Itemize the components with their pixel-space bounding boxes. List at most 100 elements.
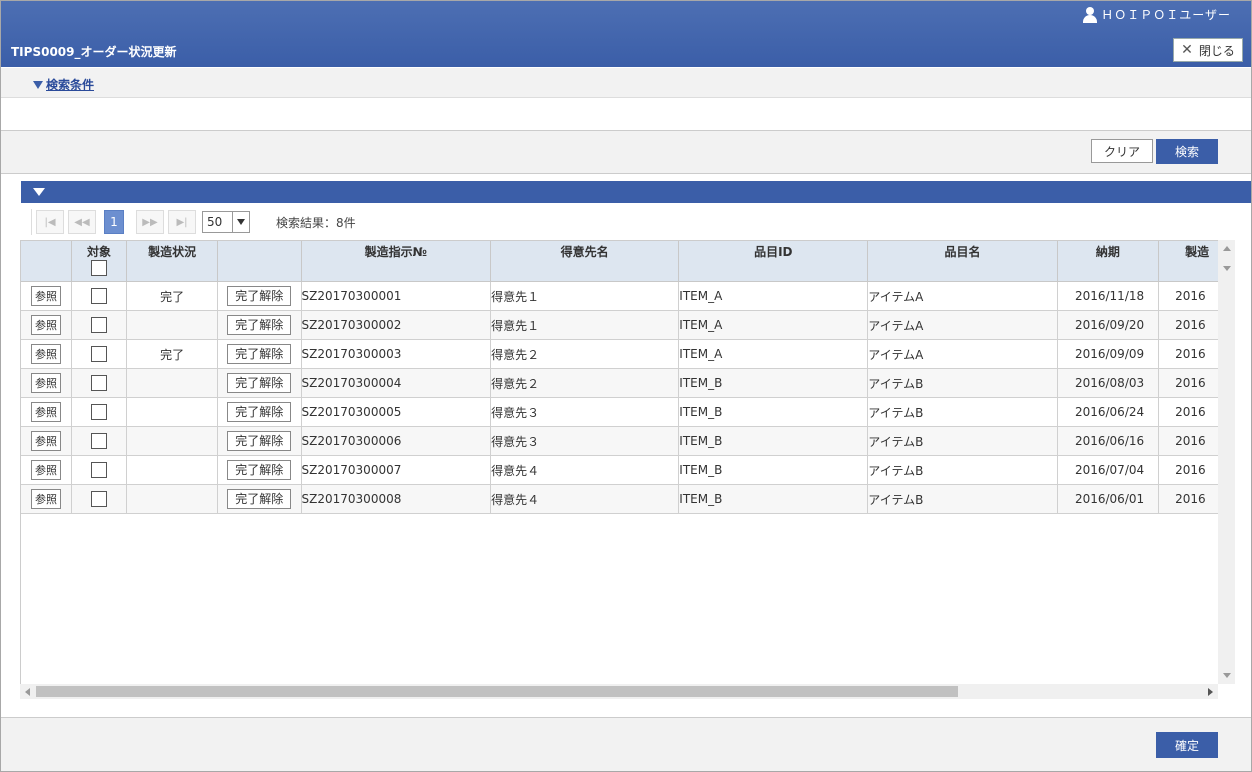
col-header-ref	[21, 241, 72, 282]
first-page-button[interactable]: |◀	[36, 210, 64, 234]
manufacture-cell: 2016	[1158, 397, 1219, 427]
prev-page-button[interactable]: ◀◀	[68, 210, 96, 234]
status-cell	[126, 310, 219, 340]
table-header-row: 対象 製造状況 製造指示№ 得意先名 品目ID 品目名 納期 製造	[21, 241, 1219, 282]
ref-button[interactable]: 参照	[30, 286, 61, 306]
customer-cell: 得意先２	[490, 368, 680, 398]
user-menu[interactable]: ＨＯＩＰＯＩユーザー	[1083, 6, 1231, 23]
horizontal-scrollbar[interactable]	[20, 684, 1218, 699]
row-checkbox[interactable]	[91, 375, 108, 391]
order-no-cell: SZ20170300008	[301, 484, 492, 514]
next-page-button[interactable]: ▶▶	[136, 210, 164, 234]
release-button[interactable]: 完了解除	[227, 286, 292, 306]
search-button-bar: クリア 検索	[1, 131, 1251, 174]
ref-cell: 参照	[21, 397, 72, 427]
last-page-button[interactable]: ▶|	[168, 210, 196, 234]
customer-cell: 得意先３	[490, 426, 680, 456]
release-button[interactable]: 完了解除	[227, 460, 292, 480]
table-row[interactable]: 参照 完了 完了解除 SZ20170300003 得意先２ ITEM_A アイテムA 2016…	[21, 339, 1219, 369]
release-button[interactable]: 完了解除	[227, 344, 292, 364]
release-cell: 完了解除	[217, 310, 302, 340]
scroll-down-icon[interactable]	[1223, 266, 1231, 271]
search-condition-body	[1, 98, 1251, 131]
order-no-cell: SZ20170300001	[301, 281, 492, 311]
scroll-right-icon[interactable]	[1208, 688, 1213, 696]
select-all-checkbox[interactable]	[91, 260, 108, 276]
release-button[interactable]: 完了解除	[227, 431, 292, 451]
table-row[interactable]: 参照 完了解除 SZ20170300008 得意先４ ITEM_B アイテムB 2016/0…	[21, 484, 1219, 514]
ref-button[interactable]: 参照	[30, 402, 61, 422]
row-checkbox[interactable]	[91, 462, 108, 478]
table-row[interactable]: 参照 完了解除 SZ20170300005 得意先３ ITEM_B アイテムB 2016/0…	[21, 397, 1219, 427]
item-name-cell: アイテムA	[867, 281, 1058, 311]
pager-divider	[31, 209, 32, 235]
table-row[interactable]: 参照 完了解除 SZ20170300002 得意先１ ITEM_A アイテムA 2016/0…	[21, 310, 1219, 340]
customer-cell: 得意先１	[490, 310, 680, 340]
row-checkbox[interactable]	[91, 404, 108, 420]
target-cell	[71, 426, 128, 456]
ref-button[interactable]: 参照	[30, 489, 61, 509]
col-header-target: 対象	[71, 241, 128, 282]
target-cell	[71, 484, 128, 514]
row-checkbox[interactable]	[91, 346, 108, 362]
order-no-cell: SZ20170300003	[301, 339, 492, 369]
due-cell: 2016/08/03	[1057, 368, 1160, 398]
pager: |◀ ◀◀ 1 ▶▶ ▶| 50 検索結果：8件	[31, 208, 356, 236]
search-condition-toggle[interactable]: 検索条件	[33, 76, 94, 93]
horizontal-scroll-thumb[interactable]	[36, 686, 958, 697]
vertical-scrollbar[interactable]	[1218, 240, 1235, 684]
status-cell	[126, 455, 219, 485]
results-panel-header[interactable]	[21, 181, 1251, 203]
chevron-down-icon	[232, 212, 249, 232]
ref-cell: 参照	[21, 310, 72, 340]
ref-button[interactable]: 参照	[30, 315, 61, 335]
row-checkbox[interactable]	[91, 433, 108, 449]
search-condition-link[interactable]: 検索条件	[46, 76, 94, 93]
manufacture-cell: 2016	[1158, 310, 1219, 340]
scroll-left-icon[interactable]	[25, 688, 30, 696]
col-header-item-id: 品目ID	[678, 241, 869, 282]
ref-button[interactable]: 参照	[30, 373, 61, 393]
release-button[interactable]: 完了解除	[227, 489, 292, 509]
col-header-order-no: 製造指示№	[301, 241, 492, 282]
ref-cell: 参照	[21, 426, 72, 456]
ref-cell: 参照	[21, 281, 72, 311]
release-button[interactable]: 完了解除	[227, 315, 292, 335]
scroll-down-bottom-icon[interactable]	[1223, 673, 1231, 678]
row-checkbox[interactable]	[91, 288, 108, 304]
ref-button[interactable]: 参照	[30, 431, 61, 451]
table-row[interactable]: 参照 完了解除 SZ20170300006 得意先３ ITEM_B アイテムB 2016/0…	[21, 426, 1219, 456]
close-button[interactable]: ✕ 閉じる	[1173, 38, 1243, 62]
results-table: 対象 製造状況 製造指示№ 得意先名 品目ID 品目名 納期 製造 参照 完了 完了…	[21, 241, 1219, 514]
search-button[interactable]: 検索	[1156, 139, 1218, 164]
manufacture-cell: 2016	[1158, 368, 1219, 398]
release-button[interactable]: 完了解除	[227, 373, 292, 393]
confirm-button[interactable]: 確定	[1156, 732, 1218, 758]
scroll-up-icon[interactable]	[1223, 246, 1231, 251]
ref-button[interactable]: 参照	[30, 344, 61, 364]
page-title: TIPS0009_オーダー状況更新	[11, 45, 177, 59]
item-name-cell: アイテムB	[867, 368, 1058, 398]
order-no-cell: SZ20170300002	[301, 310, 492, 340]
manufacture-cell: 2016	[1158, 339, 1219, 369]
status-cell: 完了	[126, 281, 219, 311]
manufacture-cell: 2016	[1158, 281, 1219, 311]
row-checkbox[interactable]	[91, 491, 108, 507]
release-button[interactable]: 完了解除	[227, 402, 292, 422]
page-number-button[interactable]: 1	[104, 210, 124, 234]
ref-button[interactable]: 参照	[30, 460, 61, 480]
target-cell	[71, 339, 128, 369]
table-row[interactable]: 参照 完了解除 SZ20170300007 得意先４ ITEM_B アイテムB 2016/0…	[21, 455, 1219, 485]
col-header-manufacture: 製造	[1158, 241, 1219, 282]
table-row[interactable]: 参照 完了 完了解除 SZ20170300001 得意先１ ITEM_A アイテムA 2016…	[21, 281, 1219, 311]
release-cell: 完了解除	[217, 368, 302, 398]
customer-cell: 得意先２	[490, 339, 680, 369]
item-id-cell: ITEM_A	[678, 339, 869, 369]
row-checkbox[interactable]	[91, 317, 108, 333]
clear-button[interactable]: クリア	[1091, 139, 1153, 163]
table-row[interactable]: 参照 完了解除 SZ20170300004 得意先２ ITEM_B アイテムB 2016/0…	[21, 368, 1219, 398]
result-count: 検索結果：8件	[276, 215, 356, 230]
page-size-select[interactable]: 50	[202, 211, 250, 233]
manufacture-cell: 2016	[1158, 455, 1219, 485]
order-no-cell: SZ20170300006	[301, 426, 492, 456]
